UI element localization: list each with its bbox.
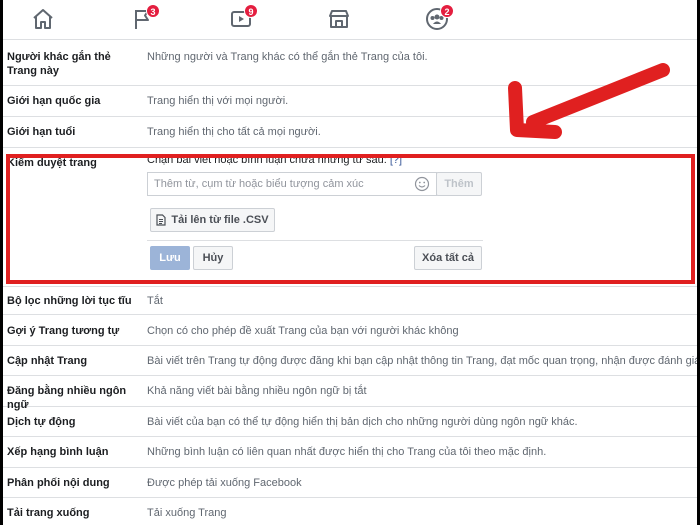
notification-badge: 9 [244, 4, 258, 18]
settings-row-moderation: Kiểm duyệt trang [3, 148, 697, 286]
row-label: Bộ lọc những lời tục tĩu [7, 295, 132, 307]
settings-row[interactable]: Gợi ý Trang tương tự Chọn có cho phép đề… [3, 315, 697, 346]
screen-frame: 3 9 2 Người khác gắn thẻ Trang này Những… [3, 0, 697, 525]
row-label: Phân phối nội dung [7, 477, 110, 489]
row-label: Cập nhật Trang [7, 355, 88, 367]
upload-csv-button[interactable]: Tải lên từ file .CSV [150, 208, 275, 232]
row-value: Trang hiển thị với mọi người. [147, 95, 289, 107]
row-value: Được phép tải xuống Facebook [147, 477, 302, 489]
moderation-description: Chặn bài viết hoặc bình luận chứa những … [147, 154, 402, 166]
home-icon [33, 9, 53, 29]
settings-row[interactable]: Đăng bằng nhiều ngôn ngữ Khả năng viết b… [3, 376, 697, 411]
row-value: Khả năng viết bài bằng nhiều ngôn ngữ bị… [147, 385, 367, 397]
row-value: Chọn có cho phép đề xuất Trang của bạn v… [147, 325, 459, 337]
clear-all-button[interactable]: Xóa tất cả [414, 246, 482, 270]
nav-groups[interactable]: 2 [417, 4, 457, 34]
row-value: Trang hiển thị cho tất cả mọi người. [147, 126, 321, 138]
settings-row[interactable]: Phân phối nội dung Được phép tải xuống F… [3, 468, 697, 498]
row-value: Những người và Trang khác có thể gắn thẻ… [147, 51, 428, 63]
add-keyword-button[interactable]: Thêm [436, 172, 482, 196]
settings-row[interactable]: Bộ lọc những lời tục tĩu Tắt [3, 286, 697, 315]
row-value: Bài viết của bạn có thể tự động hiển thị… [147, 416, 578, 428]
row-label: Xếp hạng bình luận [7, 446, 109, 458]
row-value: Tải xuống Trang [147, 507, 227, 519]
nav-marketplace[interactable] [319, 4, 359, 34]
row-label: Kiểm duyệt trang [7, 157, 97, 169]
upload-csv-label: Tải lên từ file .CSV [171, 214, 269, 226]
marketplace-icon [329, 10, 349, 28]
nav-pages[interactable]: 3 [123, 4, 163, 34]
row-label: Dịch tự động [7, 416, 76, 428]
save-button[interactable]: Lưu [150, 246, 190, 270]
notification-badge: 2 [440, 4, 454, 18]
settings-row[interactable]: Người khác gắn thẻ Trang này Những người… [3, 40, 697, 86]
divider [147, 240, 483, 241]
row-label: Giới hạn tuổi [7, 126, 76, 138]
notification-badge: 3 [146, 4, 160, 18]
row-value: Những bình luận có liên quan nhất được h… [147, 446, 547, 458]
row-label: Gợi ý Trang tương tự [7, 325, 120, 337]
nav-watch[interactable]: 9 [221, 4, 261, 34]
moderation-description-text: Chặn bài viết hoặc bình luận chứa những … [147, 154, 387, 166]
row-value: Bài viết trên Trang tự động được đăng kh… [147, 355, 697, 367]
row-label: Tải trang xuống [7, 507, 90, 519]
top-navigation: 3 9 2 [3, 0, 697, 40]
settings-row[interactable]: Tải trang xuống Tải xuống Trang [3, 498, 697, 525]
keyword-input[interactable] [147, 172, 437, 196]
settings-row[interactable]: Giới hạn quốc gia Trang hiển thị với mọi… [3, 86, 697, 117]
row-label: Giới hạn quốc gia [7, 95, 101, 107]
settings-row[interactable]: Cập nhật Trang Bài viết trên Trang tự độ… [3, 346, 697, 376]
document-icon [156, 214, 166, 226]
nav-home[interactable] [23, 4, 63, 34]
cancel-button[interactable]: Hủy [193, 246, 233, 270]
emoji-icon[interactable] [414, 176, 430, 192]
settings-row[interactable]: Giới hạn tuổi Trang hiển thị cho tất cả … [3, 117, 697, 148]
row-label: Người khác gắn thẻ Trang này [7, 51, 111, 77]
settings-row[interactable]: Xếp hạng bình luận Những bình luận có li… [3, 437, 697, 468]
help-link[interactable]: [?] [390, 154, 402, 166]
row-value: Tắt [147, 295, 163, 307]
settings-row[interactable]: Dịch tự động Bài viết của bạn có thể tự … [3, 407, 697, 437]
